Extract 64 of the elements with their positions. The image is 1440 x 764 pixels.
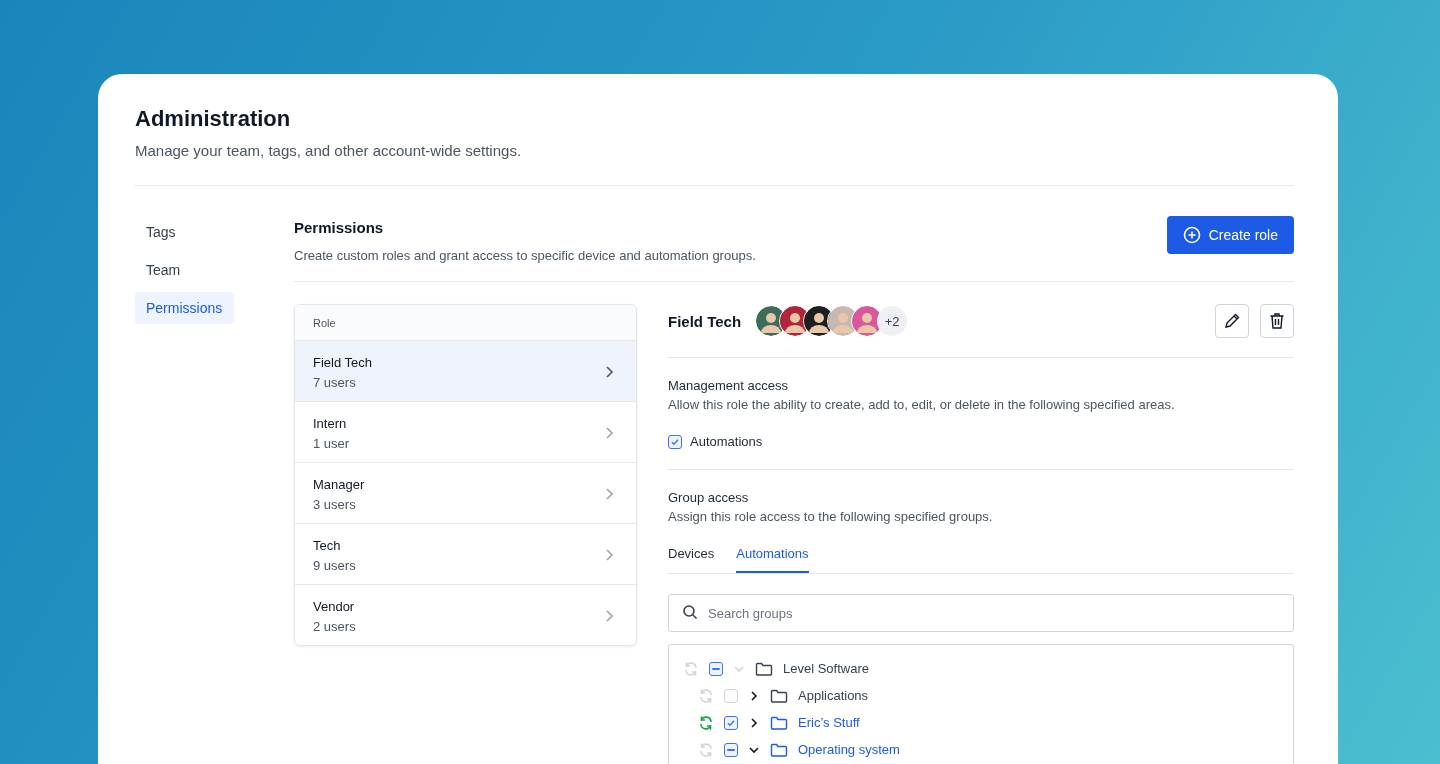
folder-icon [770, 741, 788, 758]
role-item[interactable]: Field Tech 7 users [295, 341, 636, 402]
group-name[interactable]: Level Software [783, 661, 869, 676]
trash-icon [1269, 312, 1285, 330]
section-description: Create custom roles and grant access to specific device and automation groups. [294, 248, 756, 263]
minus-icon [712, 667, 720, 670]
role-item[interactable]: Tech 9 users [295, 524, 636, 585]
group-name[interactable]: Applications [798, 688, 869, 703]
folder-icon [770, 714, 788, 731]
sidebar-item[interactable]: Permissions [135, 292, 234, 324]
chevron-icon [604, 609, 614, 623]
user-count: 2 users [313, 618, 356, 634]
check-icon [726, 717, 736, 728]
checkbox[interactable] [724, 742, 738, 757]
page-subtitle: Manage your team, tags, and other account-wide settings. [135, 142, 523, 159]
user-count: 7 users [313, 374, 357, 390]
checkbox[interactable] [724, 715, 738, 730]
tab[interactable]: Automations [736, 546, 809, 573]
plus-icon [1182, 226, 1201, 244]
role-name: Intern [313, 415, 348, 431]
group-name[interactable]: Operating system [798, 742, 900, 757]
tab[interactable]: Devices [668, 546, 715, 573]
edit-button[interactable] [1215, 304, 1249, 338]
role-title: Field Tech [668, 312, 742, 330]
user-count: 9 users [313, 557, 356, 573]
role-name: Manager [313, 476, 365, 492]
role-name: Tech [313, 537, 342, 553]
delete-button[interactable] [1260, 304, 1294, 338]
sync-icon[interactable] [698, 714, 714, 731]
role-name: Field Tech [313, 354, 372, 370]
chevron-icon [604, 548, 614, 562]
chevron-icon [604, 426, 614, 440]
folder-icon [755, 660, 773, 677]
create-role-button[interactable]: Create role [1166, 216, 1294, 254]
user-count: 3 users [313, 496, 357, 512]
chevron-icon [604, 365, 614, 379]
search-field[interactable]: Search groups [668, 594, 1294, 632]
chevron-icon[interactable] [748, 716, 760, 729]
folder-icon [770, 687, 788, 704]
checkbox[interactable] [668, 434, 682, 449]
search-icon [682, 604, 698, 620]
chevron-icon[interactable] [748, 689, 760, 702]
check-icon [670, 436, 680, 447]
page-title: Administration [135, 106, 292, 132]
user-count: 1 user [313, 435, 350, 451]
pencil-icon [1223, 312, 1241, 330]
role-name: Vendor [313, 598, 356, 614]
column-header: Role [295, 305, 636, 341]
block-description: Assign this role access to the following specified groups. [668, 509, 994, 524]
role-item[interactable]: Intern 1 user [295, 402, 636, 463]
sidebar-item[interactable]: Tags [135, 216, 234, 248]
block-title: Group access [668, 490, 750, 505]
section-title: Permissions [294, 219, 385, 236]
block-description: Allow this role the ability to create, add to, edit, or delete in the following specified areas. [668, 397, 1176, 412]
block-title: Management access [668, 378, 789, 393]
group-name[interactable]: Eric’s Stuff [798, 715, 860, 730]
checkbox-label: Automations [690, 434, 763, 449]
sidebar-item[interactable]: Team [135, 254, 234, 286]
more-users-badge: +2 [877, 306, 908, 336]
checkbox[interactable] [709, 661, 723, 676]
chevron-icon [604, 487, 614, 501]
role-item[interactable]: Manager 3 users [295, 463, 636, 524]
minus-icon [727, 748, 735, 751]
role-item[interactable]: Vendor 2 users [295, 585, 636, 645]
